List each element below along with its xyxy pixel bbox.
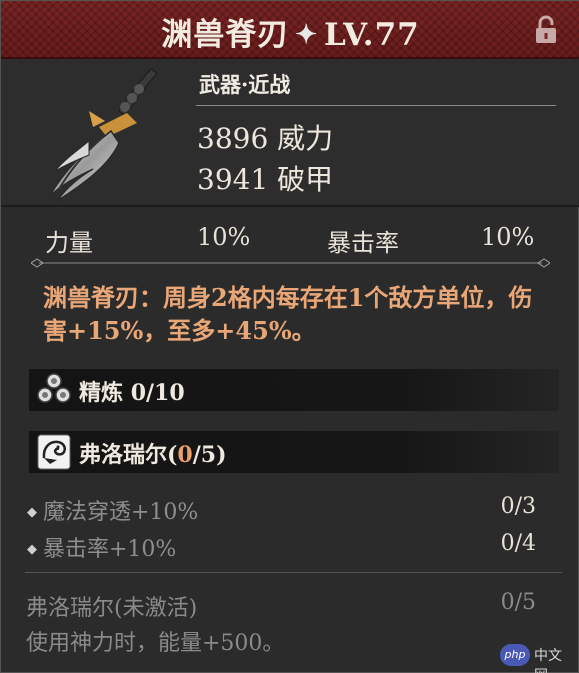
set-name: 弗洛瑞尔( — [79, 442, 178, 468]
watermark-text: 中文网 — [534, 648, 562, 673]
set-current: 0 — [177, 442, 193, 468]
refine-value: 0/10 — [130, 380, 185, 406]
power-label: 威力 — [277, 122, 334, 155]
power-value: 3896 — [197, 122, 269, 155]
section-divider — [25, 572, 562, 573]
crit-value: 10% — [481, 223, 535, 251]
diamond-bullet-icon: ◆ — [27, 542, 37, 557]
item-level: LV.77 — [324, 17, 420, 53]
strength-label: 力量 — [45, 229, 93, 257]
refine-text: 精炼 0/10 — [79, 375, 185, 407]
inactive-set-count: 0/5 — [500, 590, 536, 615]
item-name: 渊兽脊刃 — [161, 17, 290, 53]
inactive-set-description: 使用神力时，能量+500。 — [26, 631, 285, 656]
pierce-stat: 3941 破甲 — [197, 158, 333, 198]
strength-value: 10% — [197, 223, 251, 251]
item-header: 渊兽脊刃 ✦ LV.77 — [1, 1, 579, 59]
bonus-progress: 0/3 — [500, 494, 536, 519]
inactive-set-title: 弗洛瑞尔(未激活) — [26, 596, 198, 621]
refine-icon — [37, 373, 71, 403]
watermark-badge: php — [500, 644, 530, 666]
set-text: 弗洛瑞尔(0/5) — [79, 437, 227, 469]
item-title: 渊兽脊刃 ✦ LV.77 — [1, 9, 579, 54]
skill-description: 渊兽脊刃：周身2格内每存在1个敌方单位，伤害+15%，至多+45%。 — [43, 283, 533, 345]
weapon-type: 武器·近战 — [199, 72, 291, 97]
refine-bar[interactable]: 精炼 0/10 — [29, 369, 559, 411]
item-summary: 武器·近战 3896 威力 3941 破甲 — [1, 59, 579, 207]
star-icon: ✦ — [295, 20, 319, 50]
crit-label: 暴击率 — [327, 229, 399, 257]
set-bar[interactable]: 弗洛瑞尔(0/5) — [29, 431, 559, 473]
lock-icon[interactable] — [534, 15, 558, 45]
bonus-item: ◆ 暴击率+10% — [27, 531, 176, 563]
power-stat: 3896 威力 — [197, 117, 333, 157]
bonus-label: 暴击率+10% — [43, 537, 177, 562]
pierce-value: 3941 — [197, 163, 269, 196]
bonus-progress: 0/4 — [500, 531, 536, 556]
bonus-label: 魔法穿透+10% — [43, 500, 199, 525]
floriel-icon — [37, 434, 71, 470]
type-divider — [196, 105, 556, 106]
pierce-label: 破甲 — [277, 163, 334, 196]
refine-label: 精炼 — [79, 380, 124, 406]
weapon-image — [48, 68, 158, 202]
diamond-bullet-icon: ◆ — [27, 505, 37, 520]
bonus-item: ◆ 魔法穿透+10% — [27, 494, 198, 526]
set-total: /5) — [192, 442, 227, 468]
watermark: php 中文网 — [500, 644, 570, 673]
item-tooltip-card: 渊兽脊刃 ✦ LV.77 武器·近战 3896 威力 3941 破甲 力量 10… — [0, 0, 579, 673]
ornamental-divider — [31, 258, 550, 268]
